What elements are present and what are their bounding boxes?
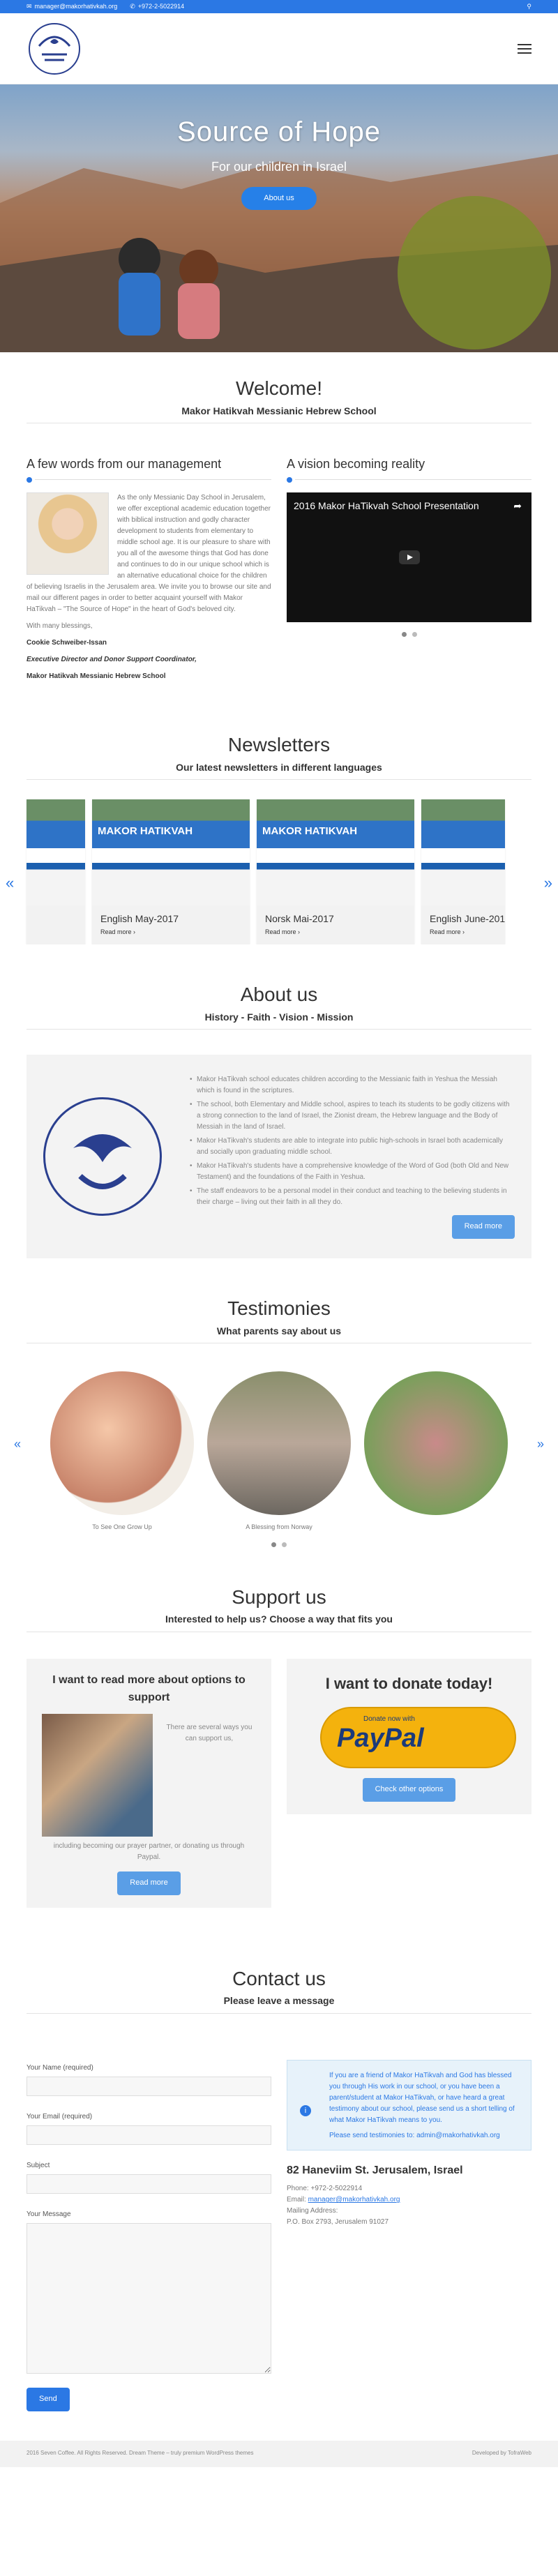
contact-subtitle: Please leave a message bbox=[223, 1995, 335, 2007]
phone-link[interactable]: ✆ +972-2-5022914 bbox=[130, 1, 184, 11]
contact-section: Contact us Please leave a message bbox=[0, 1908, 558, 2014]
chevron-left-icon[interactable]: « bbox=[14, 1434, 21, 1454]
testimony-info-box: i If you are a friend of Makor HaTikvah … bbox=[287, 2059, 531, 2151]
classroom-photo bbox=[42, 1713, 153, 1837]
send-button[interactable]: Send bbox=[27, 2388, 70, 2411]
copyright: 2016 Seven Coffee. All Rights Reserved. … bbox=[27, 2450, 254, 2457]
vision-column: A vision becoming reality 2016 Makor HaT… bbox=[287, 423, 531, 688]
read-more-link[interactable]: Read more › bbox=[92, 927, 250, 937]
testimony-item[interactable] bbox=[363, 1371, 509, 1532]
subject-field[interactable] bbox=[27, 2174, 271, 2194]
about-box: Makor HaTikvah school educates children … bbox=[27, 1055, 531, 1258]
name-field[interactable] bbox=[27, 2076, 271, 2096]
email-field[interactable] bbox=[27, 2125, 271, 2145]
chevron-right-icon[interactable]: » bbox=[537, 1434, 544, 1454]
read-more-link[interactable]: Read more › bbox=[257, 927, 414, 937]
video-player[interactable]: 2016 Makor HaTikvah School Presentation … bbox=[287, 492, 531, 622]
video-title: 2016 Makor HaTikvah School Presentation bbox=[294, 499, 479, 511]
support-options-heading: I want to read more about options to sup… bbox=[52, 1673, 246, 1704]
chevron-right-icon[interactable]: » bbox=[544, 871, 552, 895]
contact-email-link[interactable]: manager@makorhativkah.org bbox=[308, 2196, 400, 2204]
about-us-button[interactable]: About us bbox=[241, 186, 317, 211]
testimonies-carousel: « To See One Grow Up A Blessing from Nor… bbox=[0, 1343, 558, 1532]
site-header bbox=[0, 13, 558, 84]
contact-details: Phone: +972-2-5022914 Email: manager@mak… bbox=[287, 2185, 400, 2227]
director-name: Cookie Schweiber-Issan bbox=[27, 638, 107, 647]
management-column: A few words from our management As the o… bbox=[27, 423, 271, 688]
info-icon: i bbox=[300, 2104, 311, 2116]
play-icon[interactable] bbox=[398, 550, 420, 564]
check-options-button[interactable]: Check other options bbox=[362, 1777, 456, 1802]
testimonies-title: Testimonies bbox=[227, 1297, 331, 1319]
director-photo bbox=[27, 492, 109, 575]
newsletters-subtitle: Our latest newsletters in different lang… bbox=[176, 761, 382, 773]
management-heading: A few words from our management bbox=[27, 457, 222, 472]
phone-icon: ✆ bbox=[130, 3, 135, 10]
testimony-item[interactable]: To See One Grow Up bbox=[49, 1371, 195, 1532]
email-link[interactable]: ✉ manager@makorhativkah.org bbox=[27, 1, 117, 11]
hero-subtitle: For our children in Israel bbox=[211, 160, 347, 174]
search-icon[interactable]: ⚲ bbox=[527, 1, 531, 11]
developer-credit: Developed by TofraWeb bbox=[472, 2450, 531, 2457]
support-title: Support us bbox=[232, 1585, 326, 1608]
donate-heading: I want to donate today! bbox=[325, 1674, 493, 1692]
donate-box: I want to donate today! Donate now with … bbox=[287, 1658, 531, 1814]
message-field[interactable] bbox=[27, 2222, 271, 2374]
support-options-box: I want to read more about options to sup… bbox=[27, 1658, 271, 1908]
top-bar: ✉ manager@makorhativkah.org ✆ +972-2-50229… bbox=[0, 0, 558, 13]
newsletter-card[interactable]: English June-2017 Read more › bbox=[421, 799, 505, 945]
read-more-link[interactable]: Read more › bbox=[421, 927, 505, 937]
newsletter-card[interactable]: MAKOR HATIKVAH Norsk Mai-2017 Read more › bbox=[257, 799, 414, 945]
newsletter-carousel: MAKOR HATIKVAH English May-2017 Read more … bbox=[0, 780, 558, 945]
support-read-more-button[interactable]: Read more bbox=[117, 1871, 181, 1895]
slider-dots[interactable] bbox=[0, 1542, 558, 1547]
logo[interactable] bbox=[27, 21, 82, 77]
about-read-more-button[interactable]: Read more bbox=[451, 1215, 515, 1239]
paypal-donate-button[interactable]: Donate now with PayPal bbox=[320, 1706, 516, 1768]
about-list: Makor HaTikvah school educates children … bbox=[190, 1074, 515, 1208]
school-emblem bbox=[43, 1097, 162, 1217]
newsletter-card[interactable] bbox=[27, 799, 85, 945]
support-subtitle: Interested to help us? Choose a way that… bbox=[165, 1613, 393, 1625]
address-title: 82 Haneviim St. Jerusalem, Israel bbox=[287, 2164, 463, 2176]
footer: 2016 Seven Coffee. All Rights Reserved. … bbox=[0, 2440, 558, 2467]
newsletters-section: Newsletters Our latest newsletters in di… bbox=[0, 688, 558, 781]
newsletter-card[interactable]: MAKOR HATIKVAH English May-2017 Read more … bbox=[92, 799, 250, 945]
welcome-subtitle: Makor Hatikvah Messianic Hebrew School bbox=[181, 405, 377, 416]
testimonies-section: Testimonies What parents say about us bbox=[0, 1258, 558, 1344]
mail-icon: ✉ bbox=[27, 3, 32, 10]
newsletters-title: Newsletters bbox=[227, 733, 331, 755]
share-icon[interactable]: ➦ bbox=[513, 498, 522, 513]
chevron-left-icon[interactable]: « bbox=[6, 871, 14, 895]
contact-form: Your Name (required) Your Email (require… bbox=[27, 2047, 271, 2411]
testimony-item[interactable]: A Blessing from Norway bbox=[206, 1371, 352, 1532]
hero-banner: Source of Hope For our children in Israe… bbox=[0, 84, 558, 352]
hero-title: Source of Hope bbox=[177, 116, 381, 147]
support-section: Support us Interested to help us? Choose… bbox=[0, 1547, 558, 1632]
vision-heading: A vision becoming reality bbox=[287, 457, 425, 472]
slider-dots[interactable] bbox=[287, 631, 531, 637]
about-subtitle: History - Faith - Vision - Mission bbox=[204, 1011, 354, 1023]
contact-title: Contact us bbox=[232, 1967, 326, 1989]
welcome-section: Welcome! Makor Hatikvah Messianic Hebrew… bbox=[0, 352, 558, 424]
about-section: About us History - Faith - Vision - Miss… bbox=[0, 944, 558, 1030]
testimonies-subtitle: What parents say about us bbox=[216, 1325, 342, 1336]
about-title: About us bbox=[240, 984, 318, 1006]
welcome-title: Welcome! bbox=[236, 377, 322, 399]
menu-toggle-button[interactable] bbox=[518, 43, 531, 54]
